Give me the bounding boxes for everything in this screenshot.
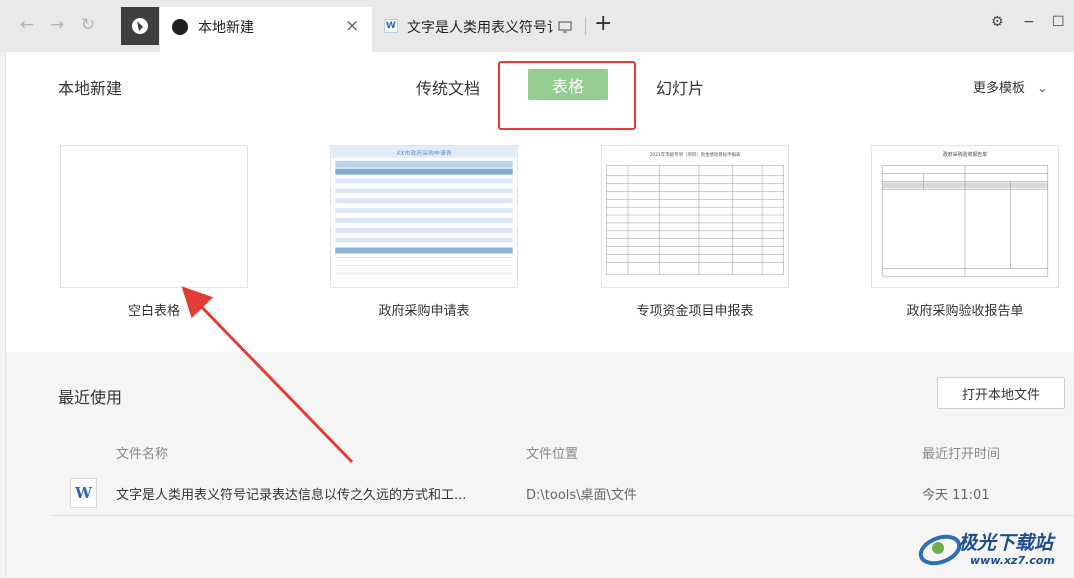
maximize-icon[interactable]: ☐ bbox=[1052, 14, 1065, 30]
refresh-icon[interactable]: ↻ bbox=[76, 13, 100, 37]
annotation-highlight-box bbox=[498, 61, 636, 130]
thumbnail-title: XX市政府采购申请表 bbox=[396, 149, 451, 157]
close-icon[interactable]: × bbox=[345, 16, 359, 36]
recent-file-name[interactable]: 文字是人类用表义符号记录表达信息以传之久远的方式和工... bbox=[116, 484, 466, 503]
tab-document[interactable]: W 文字是人类用表义符号记录表达信息以传之久远的方式和工具 bbox=[374, 7, 584, 45]
template-label[interactable]: 专项资金项目申报表 bbox=[601, 300, 789, 319]
thumbnail-title: 政府采购验收报告单 bbox=[943, 151, 987, 158]
new-tab-button[interactable]: + bbox=[594, 12, 612, 36]
recent-file-time: 今天 11:01 bbox=[922, 488, 990, 503]
app-logo-icon bbox=[172, 19, 188, 35]
back-icon[interactable]: ← bbox=[15, 13, 39, 37]
more-templates-label: 更多模板 bbox=[973, 81, 1026, 96]
thumbnail-title: 2021年市级专项（项目）资金绩效目标申报表 bbox=[650, 151, 741, 158]
chevron-down-icon: ⌄ bbox=[1037, 81, 1048, 95]
template-label[interactable]: 政府采购验收报告单 bbox=[871, 300, 1059, 319]
row-divider bbox=[52, 515, 1074, 516]
template-blank-sheet[interactable] bbox=[60, 145, 248, 288]
watermark-text: 极光下载站 bbox=[958, 532, 1054, 554]
tab-label: 本地新建 bbox=[198, 20, 254, 36]
template-thumbnail: 2021年市级专项（项目）资金绩效目标申报表 bbox=[602, 146, 788, 287]
tab-local-new[interactable]: 本地新建 × bbox=[160, 7, 372, 52]
tab-label: 文字是人类用表义符号记录表达信息以传之久远的方式和工具 bbox=[407, 20, 553, 36]
template-gov-purchase-acceptance[interactable]: 政府采购验收报告单 bbox=[871, 145, 1059, 288]
column-header-filename: 文件名称 bbox=[116, 447, 169, 462]
more-templates-button[interactable]: 更多模板 ⌄ bbox=[973, 77, 1047, 96]
app-logo-icon bbox=[132, 18, 148, 34]
page-title: 本地新建 bbox=[58, 79, 123, 98]
column-header-last-opened: 最近打开时间 bbox=[922, 447, 1001, 462]
word-doc-icon: W bbox=[70, 478, 97, 508]
tab-traditional-doc[interactable]: 传统文档 bbox=[416, 75, 480, 99]
column-header-location: 文件位置 bbox=[526, 447, 579, 462]
settings-icon[interactable]: ⚙ bbox=[991, 14, 1004, 30]
template-special-fund-project[interactable]: 2021年市级专项（项目）资金绩效目标申报表 bbox=[601, 145, 789, 288]
forward-icon[interactable]: → bbox=[45, 13, 69, 37]
tab-bar: ← → ↻ 本地新建 × W 文字是人类用表义符号记录表达信息以传之久远的方式和… bbox=[0, 0, 1074, 52]
recent-file-location: D:\tools\桌面\文件 bbox=[526, 488, 637, 503]
template-gov-purchase-application[interactable]: XX市政府采购申请表 bbox=[330, 145, 518, 288]
recent-title: 最近使用 bbox=[58, 388, 123, 407]
app-window: ← → ↻ 本地新建 × W 文字是人类用表义符号记录表达信息以传之久远的方式和… bbox=[0, 0, 1074, 578]
open-local-file-button[interactable]: 打开本地文件 bbox=[937, 377, 1065, 409]
home-button[interactable] bbox=[121, 7, 159, 45]
watermark-url: www.xz7.com bbox=[970, 554, 1055, 567]
minimize-icon[interactable]: − bbox=[1023, 14, 1035, 30]
template-thumbnail: 政府采购验收报告单 bbox=[872, 146, 1058, 287]
template-label[interactable]: 政府采购申请表 bbox=[330, 300, 518, 319]
monitor-icon bbox=[558, 21, 572, 33]
template-thumbnail: XX市政府采购申请表 bbox=[331, 146, 517, 287]
tab-slides[interactable]: 幻灯片 bbox=[656, 75, 704, 99]
word-doc-icon: W bbox=[384, 19, 398, 33]
tab-divider bbox=[585, 17, 586, 35]
template-label[interactable]: 空白表格 bbox=[60, 300, 248, 319]
